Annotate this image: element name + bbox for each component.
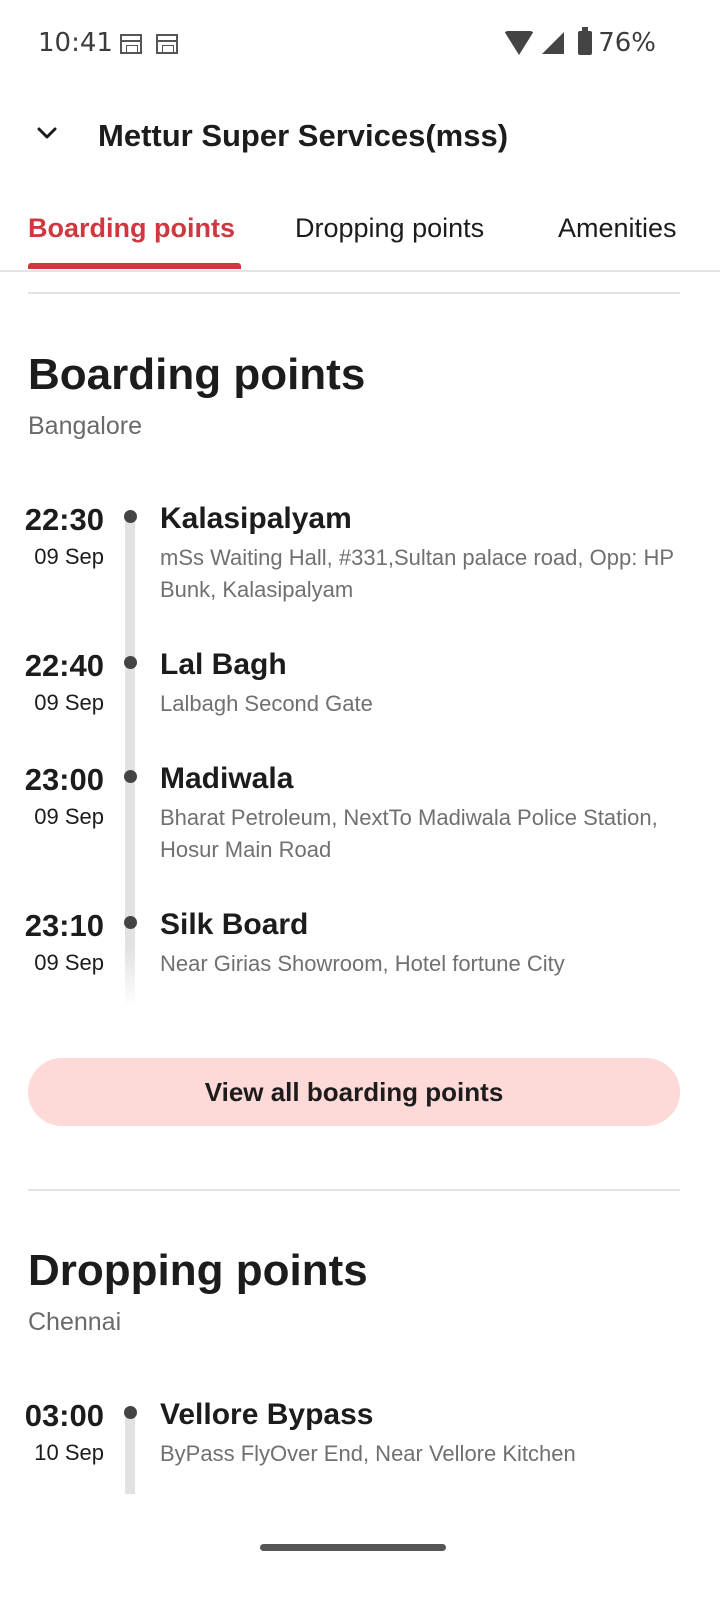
stop-date: 09 Sep bbox=[34, 950, 104, 975]
home-indicator[interactable] bbox=[260, 1544, 446, 1551]
page-title: Mettur Super Services(mss) bbox=[98, 118, 509, 153]
stop-date: 09 Sep bbox=[34, 690, 104, 715]
dropping-section-title: Dropping points bbox=[28, 1246, 368, 1295]
timeline-dot bbox=[124, 1406, 137, 1419]
stop-time: 23:10 bbox=[24, 908, 104, 943]
timeline-line bbox=[125, 1408, 135, 1494]
stop-date: 09 Sep bbox=[34, 804, 104, 829]
cellular-signal-icon bbox=[542, 32, 565, 54]
timeline-dot bbox=[124, 916, 137, 929]
timeline-dot bbox=[124, 656, 137, 669]
wifi-icon bbox=[504, 31, 535, 55]
boarding-city: Bangalore bbox=[28, 412, 142, 440]
stop-name: Lal Bagh bbox=[160, 648, 287, 681]
dropping-city: Chennai bbox=[28, 1308, 122, 1336]
tab-boarding-points[interactable]: Boarding points bbox=[28, 213, 235, 244]
stop-address: mSs Waiting Hall, #331,Sultan palace roa… bbox=[160, 545, 674, 602]
stop-name: Silk Board bbox=[160, 908, 309, 941]
status-time: 10:41 bbox=[38, 28, 113, 58]
stop-time: 22:30 bbox=[24, 502, 104, 537]
tab-bar: Boarding points Dropping points Amenitie… bbox=[0, 195, 720, 272]
dropping-timeline: 03:00 10 Sep Vellore Bypass ByPass FlyOv… bbox=[0, 1398, 720, 1498]
tab-dropping-points[interactable]: Dropping points bbox=[295, 213, 484, 244]
boarding-section-title: Boarding points bbox=[28, 350, 366, 399]
stop-time: 23:00 bbox=[24, 762, 104, 797]
chevron-down-icon[interactable] bbox=[36, 122, 58, 144]
divider bbox=[28, 1189, 680, 1191]
timeline-line bbox=[125, 512, 135, 1007]
calendar-notification-icon bbox=[120, 34, 142, 54]
stop-address: Lalbagh Second Gate bbox=[160, 691, 373, 716]
stop-address: Bharat Petroleum, NextTo Madiwala Police… bbox=[160, 805, 658, 862]
stop-time: 22:40 bbox=[24, 648, 104, 683]
stop-name: Kalasipalyam bbox=[160, 502, 352, 535]
timeline-dot bbox=[124, 510, 137, 523]
stop-date: 09 Sep bbox=[34, 544, 104, 569]
calendar-notification-icon bbox=[156, 34, 178, 54]
stop-name: Vellore Bypass bbox=[160, 1398, 374, 1431]
battery-icon bbox=[578, 27, 593, 55]
timeline-dot bbox=[124, 770, 137, 783]
stop-address: ByPass FlyOver End, Near Vellore Kitchen bbox=[160, 1441, 576, 1466]
stop-date: 10 Sep bbox=[34, 1440, 104, 1465]
active-tab-indicator bbox=[28, 263, 241, 269]
app-header: Mettur Super Services(mss) bbox=[0, 100, 720, 180]
status-bar: 10:41 76% bbox=[0, 0, 720, 90]
stop-time: 03:00 bbox=[24, 1398, 104, 1433]
divider bbox=[28, 292, 680, 294]
stop-name: Madiwala bbox=[160, 762, 294, 795]
tab-amenities[interactable]: Amenities bbox=[558, 213, 677, 244]
stop-address: Near Girias Showroom, Hotel fortune City bbox=[160, 951, 565, 976]
view-all-boarding-points-button[interactable]: View all boarding points bbox=[28, 1058, 680, 1126]
battery-percentage: 76% bbox=[598, 28, 656, 58]
boarding-timeline: 22:30 09 Sep Kalasipalyam mSs Waiting Ha… bbox=[0, 502, 720, 1012]
